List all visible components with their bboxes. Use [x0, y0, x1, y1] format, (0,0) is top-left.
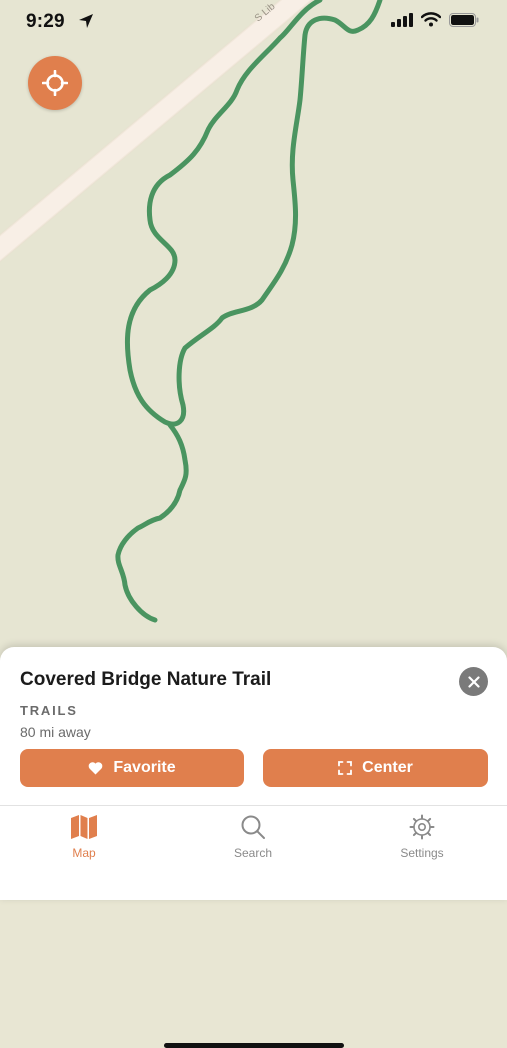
favorite-label: Favorite: [113, 759, 176, 776]
trail-distance: 80 mi away: [20, 724, 91, 740]
map-icon: [71, 815, 97, 839]
heart-icon: [89, 762, 103, 775]
tab-settings[interactable]: Settings: [362, 814, 482, 860]
trail-category: TRAILS: [20, 703, 78, 718]
tab-search-label: Search: [233, 846, 273, 860]
location-arrow-icon: [79, 14, 93, 28]
wifi-icon: [421, 12, 441, 27]
close-button[interactable]: [459, 667, 488, 696]
frame-corners-icon: [338, 761, 353, 775]
magnifier-icon: [241, 815, 265, 839]
trail-detail-sheet: Covered Bridge Nature Trail TRAILS 80 mi…: [0, 647, 507, 1048]
tab-map[interactable]: Map: [24, 814, 144, 860]
center-button[interactable]: Center: [263, 749, 488, 787]
close-icon: [467, 675, 480, 688]
center-label: Center: [362, 759, 413, 776]
status-bar: 9:29: [0, 0, 507, 44]
tab-map-label: Map: [72, 846, 96, 860]
signal-icon: [391, 12, 413, 27]
trail-title: Covered Bridge Nature Trail: [20, 669, 272, 690]
gear-icon: [409, 814, 435, 840]
trail-tail: [115, 422, 189, 623]
crosshair-icon: [42, 70, 68, 96]
home-indicator[interactable]: [164, 1043, 344, 1048]
locate-me-button[interactable]: [28, 56, 82, 110]
favorite-button[interactable]: Favorite: [20, 749, 244, 787]
tab-search[interactable]: Search: [193, 814, 313, 860]
battery-icon: [449, 12, 479, 27]
status-indicators: [391, 12, 479, 27]
status-time: 9:29: [26, 11, 65, 32]
tab-bar: Map Search Settings: [0, 805, 507, 1048]
tab-settings-label: Settings: [400, 846, 444, 860]
trail-path: [124, 0, 383, 427]
